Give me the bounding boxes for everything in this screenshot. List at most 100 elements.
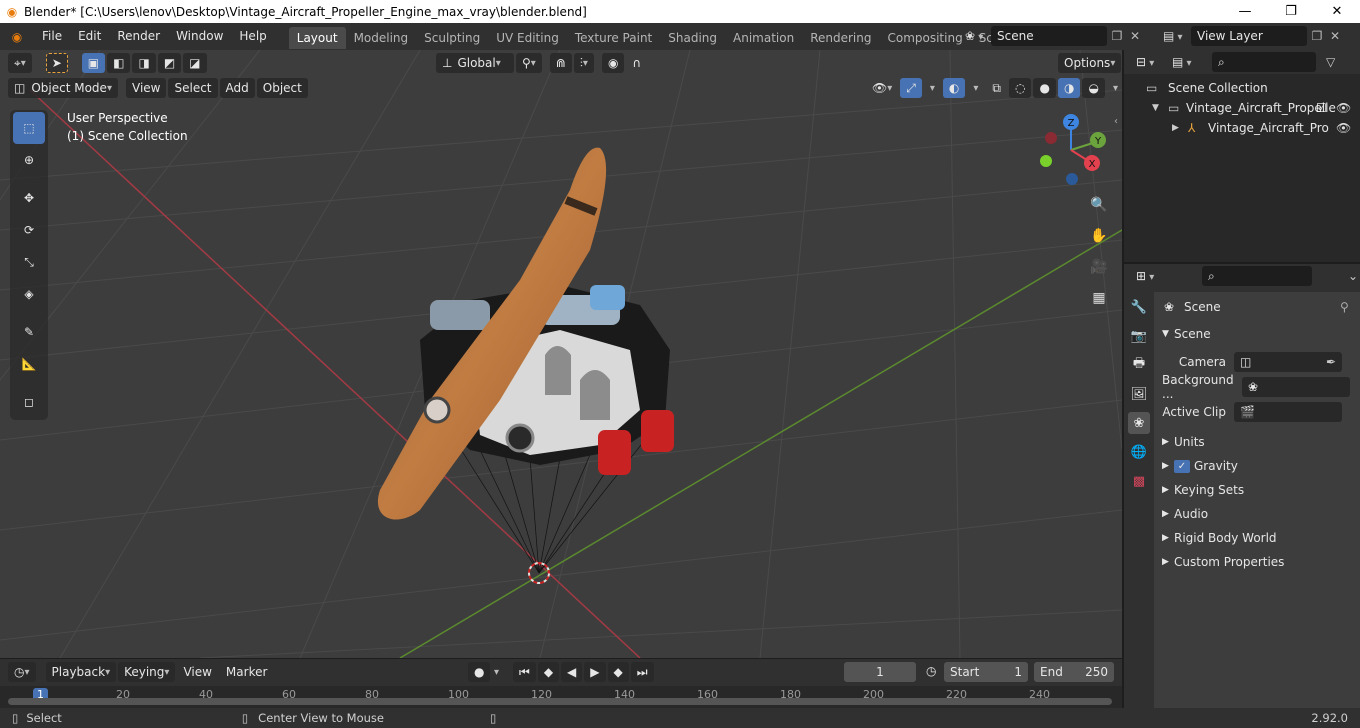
outliner-collection-row[interactable]: ▼ ▭ Vintage_Aircraft_Propelle ☑ 👁 [1124, 98, 1360, 118]
snap-magnet-icon[interactable]: ⋒ [549, 53, 572, 73]
view-layer-selector[interactable]: ▤ View Layer ❐ ✕ [1163, 26, 1343, 46]
xray-toggle-icon[interactable]: ⧉ [986, 78, 1007, 98]
units-panel-header[interactable]: ▶ Units [1154, 430, 1360, 454]
shading-material-icon[interactable]: ◑ [1057, 78, 1081, 98]
blender-menu-icon[interactable]: ◉ [0, 30, 34, 44]
view-layer-remove-icon[interactable]: ✕ [1327, 29, 1343, 43]
scene-selector[interactable]: ❀ Scene ❐ ✕ [965, 26, 1143, 46]
visibility-eye-icon[interactable]: 👁 [1336, 121, 1351, 135]
rotate-tool-icon[interactable]: ⟳ [13, 214, 45, 246]
tab-layout[interactable]: Layout [288, 26, 346, 49]
scene-remove-icon[interactable]: ✕ [1127, 29, 1143, 43]
tab-sculpting[interactable]: Sculpting [416, 27, 488, 49]
outliner-scene-collection[interactable]: ▭ Scene Collection [1124, 78, 1360, 98]
tab-texture-paint[interactable]: Texture Paint [567, 27, 660, 49]
shading-options-icon[interactable] [1107, 78, 1124, 98]
snap-target-icon[interactable]: ⫶ [573, 53, 594, 73]
tab-modeling[interactable]: Modeling [346, 27, 417, 49]
shading-wireframe-icon[interactable]: ◌ [1009, 78, 1032, 98]
expand-chevron-icon[interactable]: ▶ [1162, 485, 1174, 495]
expand-chevron-icon[interactable]: ▶ [1172, 123, 1188, 133]
start-frame-field[interactable]: Start 1 [944, 662, 1028, 682]
prev-keyframe-icon[interactable]: ◆ [537, 662, 560, 682]
play-icon[interactable]: ▶ [584, 662, 606, 682]
texture-tab-icon[interactable]: ▩ [1128, 470, 1150, 492]
background-field[interactable]: ❀ [1242, 377, 1350, 397]
falloff-curve-icon[interactable]: ∩ [626, 53, 647, 73]
menu-window[interactable]: Window [168, 23, 231, 50]
transform-tool-icon[interactable]: ◈ [13, 278, 45, 310]
active-tool-icon[interactable]: ➤ [45, 53, 68, 73]
render-tab-icon[interactable]: 📷 [1128, 325, 1150, 347]
outliner-editor-icon[interactable]: ⊟ [1136, 55, 1166, 69]
shading-solid-icon[interactable]: ● [1033, 78, 1056, 98]
zoom-icon[interactable]: 🔍 [1086, 192, 1112, 218]
gizmo-toggle-icon[interactable]: ⤢ [900, 78, 922, 98]
view-layer-name-field[interactable]: View Layer [1191, 26, 1307, 46]
gizmo-options-icon[interactable] [924, 78, 941, 98]
ortho-grid-icon[interactable]: ▦ [1086, 285, 1112, 311]
world-tab-icon[interactable]: 🌐 [1128, 441, 1150, 463]
select-box-tool-icon[interactable]: ⬚ [13, 112, 45, 144]
view-layer-icon[interactable]: ▤ [1163, 29, 1191, 43]
options-dropdown[interactable]: Options [1058, 53, 1122, 73]
outliner-search-input[interactable]: ⌕ [1212, 52, 1316, 72]
tab-shading[interactable]: Shading [660, 27, 725, 49]
expand-chevron-icon[interactable]: ▶ [1162, 437, 1174, 447]
custom-properties-panel-header[interactable]: ▶ Custom Properties [1154, 550, 1360, 574]
timeline-scrollbar[interactable] [8, 698, 1112, 705]
visibility-icon[interactable]: 👁 [866, 78, 898, 98]
camera-field[interactable]: ◫ ✒ [1234, 352, 1342, 372]
menu-object[interactable]: Object [256, 78, 308, 98]
properties-search-input[interactable]: ⌕ [1202, 266, 1312, 286]
jump-end-icon[interactable]: ⏭ [630, 662, 654, 682]
expand-chevron-icon[interactable]: ▶ [1162, 461, 1174, 471]
tool-tab-icon[interactable]: 🔧 [1128, 296, 1150, 318]
pan-hand-icon[interactable]: ✋ [1086, 223, 1112, 249]
play-reverse-icon[interactable]: ◀ [561, 662, 583, 682]
menu-view[interactable]: View [126, 78, 167, 98]
menu-render[interactable]: Render [109, 23, 168, 50]
shading-rendered-icon[interactable]: ◒ [1082, 78, 1105, 98]
expand-chevron-icon[interactable]: ▶ [1162, 533, 1174, 543]
mode-dropdown[interactable]: ◫ Object Mode [8, 78, 118, 98]
output-tab-icon[interactable]: 🖶 [1128, 354, 1150, 376]
tab-rendering[interactable]: Rendering [802, 27, 879, 49]
select-mode-intersect-icon[interactable]: ◪ [183, 53, 207, 73]
menu-playback[interactable]: Playback [45, 662, 117, 682]
move-tool-icon[interactable]: ✥ [13, 182, 45, 214]
menu-edit[interactable]: Edit [70, 23, 109, 50]
navigation-gizmo[interactable]: Z Y X [1040, 114, 1106, 185]
view-layer-copy-icon[interactable]: ❐ [1307, 29, 1327, 43]
maximize-button[interactable]: ❐ [1268, 0, 1314, 23]
outliner-object-row[interactable]: ▶ ⅄ Vintage_Aircraft_Pro 👁 [1124, 118, 1360, 138]
properties-editor-icon[interactable]: ⊞ [1136, 269, 1166, 283]
menu-help[interactable]: Help [231, 23, 274, 50]
timeline-editor-icon[interactable]: ◷ [8, 662, 36, 682]
collapse-chevron-icon[interactable]: ▼ [1162, 329, 1174, 339]
next-keyframe-icon[interactable]: ◆ [607, 662, 629, 682]
gravity-panel-header[interactable]: ▶ ✓ Gravity [1154, 454, 1360, 478]
annotate-tool-icon[interactable]: ✎ [13, 316, 45, 348]
gravity-checkbox[interactable]: ✓ [1174, 459, 1190, 473]
menu-marker[interactable]: Marker [220, 662, 273, 682]
sidebar-toggle-icon[interactable]: ‹ [1114, 116, 1118, 127]
minimize-button[interactable]: — [1222, 0, 1268, 23]
overlay-toggle-icon[interactable]: ◐ [942, 78, 966, 98]
properties-options-icon[interactable]: ⌄ [1348, 269, 1358, 283]
select-mode-subtract-icon[interactable]: ◨ [132, 53, 156, 73]
rigid-body-panel-header[interactable]: ▶ Rigid Body World [1154, 526, 1360, 550]
select-mode-extend-icon[interactable]: ◧ [107, 53, 131, 73]
scene-copy-icon[interactable]: ❐ [1107, 29, 1127, 43]
overlay-options-icon[interactable] [967, 78, 984, 98]
exclude-checkbox[interactable]: ☑ [1316, 101, 1327, 115]
pivot-point-icon[interactable]: ⚲ [516, 53, 542, 73]
select-mode-new-icon[interactable]: ▣ [81, 53, 106, 73]
camera-view-icon[interactable]: 🎥 [1086, 254, 1112, 280]
add-cube-tool-icon[interactable]: ◻ [13, 386, 45, 418]
filter-icon[interactable]: ▽ [1326, 55, 1335, 69]
expand-chevron-icon[interactable]: ▶ [1162, 509, 1174, 519]
audio-panel-header[interactable]: ▶ Audio [1154, 502, 1360, 526]
keying-sets-panel-header[interactable]: ▶ Keying Sets [1154, 478, 1360, 502]
tab-compositing[interactable]: Compositing [879, 27, 970, 49]
